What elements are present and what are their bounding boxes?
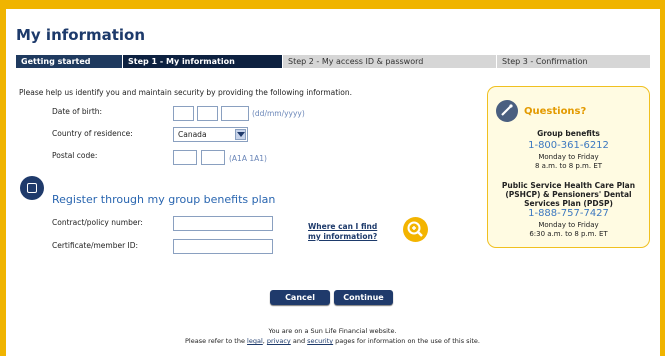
- step-getting-started: Getting started: [16, 55, 122, 68]
- country-select[interactable]: Canada: [173, 127, 248, 142]
- help-link-line1: Where can I find: [308, 222, 378, 231]
- pshcp-phone: 1-888-757-7427: [528, 208, 609, 219]
- magnifier-icon[interactable]: [403, 217, 428, 242]
- frame-right-border: [660, 0, 665, 356]
- pshcp-hours: 6:30 a.m. to 8 p.m. ET: [529, 230, 608, 238]
- add-plan-icon: [20, 176, 44, 200]
- pshcp-title-line2: (PSHCP) & Pensioners' Dental: [505, 190, 632, 199]
- group-benefits-phone: 1-800-361-6212: [528, 140, 609, 151]
- postal-code-part1-input[interactable]: [173, 150, 197, 165]
- question-icon: [496, 100, 518, 122]
- footer-policy-line: Please refer to the legal, privacy and s…: [0, 337, 665, 345]
- contract-number-label: Contract/policy number:: [52, 218, 143, 227]
- postal-code-format-hint: (A1A 1A1): [229, 154, 267, 163]
- privacy-link[interactable]: privacy: [267, 337, 291, 345]
- step-access-id-password: Step 2 - My access ID & password: [282, 55, 496, 68]
- questions-panel: Questions? Group benefits 1-800-361-6212…: [487, 86, 650, 248]
- pshcp-days: Monday to Friday: [538, 221, 599, 229]
- footer-site-notice: You are on a Sun Life Financial website.: [268, 327, 397, 335]
- register-group-benefits-title: Register through my group benefits plan: [52, 193, 276, 206]
- contract-number-input[interactable]: [173, 216, 273, 231]
- chevron-down-icon: [235, 129, 246, 140]
- questions-title: Questions?: [524, 106, 587, 117]
- legal-link[interactable]: legal: [247, 337, 263, 345]
- certificate-id-input[interactable]: [173, 239, 273, 254]
- certificate-id-label: Certificate/member ID:: [52, 241, 139, 250]
- step-confirmation: Step 3 - Confirmation: [496, 55, 650, 68]
- intro-text: Please help us identify you and maintain…: [19, 88, 352, 97]
- step-my-information: Step 1 - My information: [122, 55, 282, 68]
- dob-day-input[interactable]: [173, 106, 194, 121]
- continue-button[interactable]: Continue: [334, 290, 393, 305]
- dob-format-hint: (dd/mm/yyyy): [252, 109, 305, 118]
- pshcp-title-line3: Services Plan (PDSP): [524, 199, 613, 208]
- where-find-information-link[interactable]: Where can I find my information?: [308, 222, 377, 242]
- group-benefits-days: Monday to Friday: [538, 153, 599, 161]
- group-benefits-hours: 8 a.m. to 8 p.m. ET: [534, 162, 603, 170]
- country-label: Country of residence:: [52, 129, 133, 138]
- dob-month-input[interactable]: [197, 106, 218, 121]
- page-title: My information: [16, 26, 146, 44]
- dob-year-input[interactable]: [221, 106, 249, 121]
- frame-top-border: [0, 0, 665, 9]
- dob-label: Date of birth:: [52, 107, 103, 116]
- postal-code-label: Postal code:: [52, 151, 98, 160]
- postal-code-part2-input[interactable]: [201, 150, 225, 165]
- country-value: Canada: [178, 130, 207, 139]
- cancel-button[interactable]: Cancel: [270, 290, 330, 305]
- frame-left-border: [0, 0, 6, 356]
- security-link[interactable]: security: [307, 337, 333, 345]
- progress-steps: Getting started Step 1 - My information …: [16, 55, 650, 68]
- group-benefits-title: Group benefits: [537, 129, 600, 138]
- footer-text-pre: Please refer to the: [185, 337, 248, 345]
- pshcp-title-line1: Public Service Health Care Plan: [501, 181, 636, 190]
- footer-text-post: pages for information on the use of this…: [333, 337, 480, 345]
- help-link-line2: my information?: [308, 232, 378, 241]
- footer-sep2: and: [290, 337, 308, 345]
